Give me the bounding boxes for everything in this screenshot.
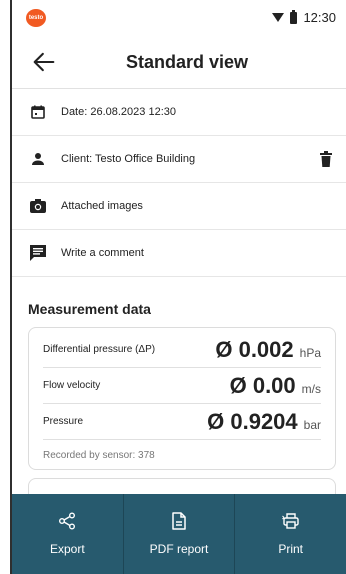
header: Standard view: [12, 36, 346, 88]
images-text: Attached images: [61, 200, 143, 212]
measurement-value: Ø 0.002 hPa: [215, 337, 321, 363]
measurement-card: Differential pressure (ΔP) Ø 0.002 hPa F…: [28, 327, 336, 470]
testo-logo: testo: [26, 9, 46, 27]
measurement-row: Pressure Ø 0.9204 bar: [43, 404, 321, 440]
bottom-bar: Export PDF report Print: [12, 494, 346, 574]
measurement-value: Ø 0.00 m/s: [230, 373, 321, 399]
printer-icon: [281, 513, 299, 529]
page-title: Standard view: [125, 51, 249, 72]
date-row[interactable]: Date: 26.08.2023 12:30: [12, 89, 346, 136]
client-row[interactable]: Client: Testo Office Building: [12, 136, 346, 183]
measurement-row: Differential pressure (ΔP) Ø 0.002 hPa: [43, 332, 321, 368]
camera-icon: [30, 198, 46, 214]
images-row[interactable]: Attached images: [12, 183, 346, 230]
print-button[interactable]: Print: [235, 494, 346, 574]
export-label: Export: [49, 542, 85, 556]
battery-icon: [290, 9, 298, 24]
pdf-report-label: PDF report: [149, 542, 209, 556]
print-label: Print: [278, 542, 304, 556]
measurement-title: Measurement data: [28, 301, 151, 317]
status-bar: testo 12:30: [12, 0, 346, 36]
arrow-left-icon[interactable]: [30, 48, 58, 76]
comment-text: Write a comment: [61, 247, 144, 259]
person-icon: [30, 151, 46, 167]
measurement-row: Flow velocity Ø 0.00 m/s: [43, 368, 321, 404]
trash-icon[interactable]: [320, 151, 332, 167]
measurement-label: Flow velocity: [43, 380, 101, 391]
measurement-number: Ø 0.002: [215, 336, 294, 362]
status-right: 12:30: [272, 9, 336, 25]
comment-icon: [30, 245, 46, 261]
status-time: 12:30: [303, 10, 336, 25]
comment-row[interactable]: Write a comment: [12, 230, 346, 277]
export-button[interactable]: Export: [12, 494, 124, 574]
pdf-report-button[interactable]: PDF report: [124, 494, 236, 574]
document-icon: [172, 512, 186, 530]
measurement-unit: hPa: [299, 345, 321, 360]
share-icon: [59, 512, 76, 530]
measurement-value: Ø 0.9204 bar: [207, 409, 321, 435]
measurement-label: Pressure: [43, 416, 84, 427]
measurement-unit: m/s: [301, 381, 321, 396]
measurement-number: Ø 0.9204: [207, 408, 298, 434]
date-text: Date: 26.08.2023 12:30: [61, 106, 176, 118]
sensor-footer: Recorded by sensor: 378: [43, 450, 155, 461]
measurement-number: Ø 0.00: [229, 372, 296, 398]
client-text: Client: Testo Office Building: [61, 153, 196, 165]
measurement-unit: bar: [303, 417, 321, 432]
calendar-icon: [30, 104, 46, 120]
wifi-icon: [272, 13, 285, 22]
frame-left: [0, 0, 10, 574]
measurement-label: Differential pressure (ΔP): [43, 344, 156, 355]
app: testo 12:30 Standard view Date: 26.08.20…: [12, 0, 346, 574]
